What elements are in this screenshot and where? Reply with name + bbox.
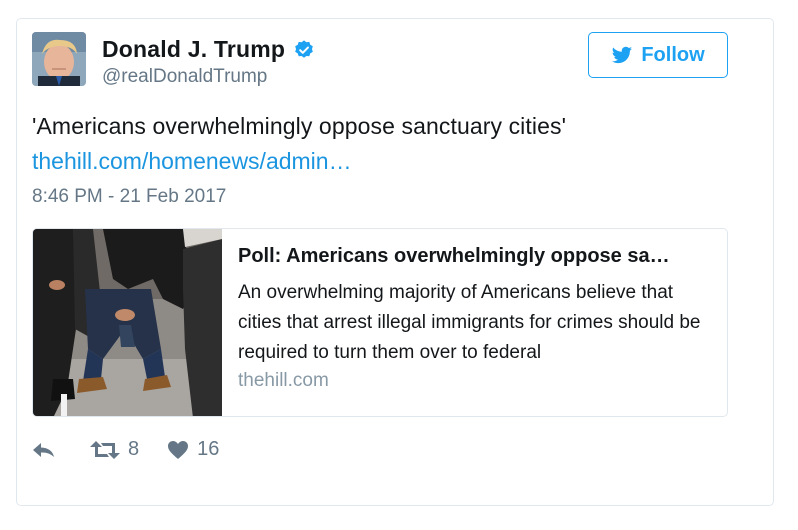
follow-button[interactable]: Follow (588, 32, 728, 78)
link-card[interactable]: Poll: Americans overwhelmingly oppose sa… (32, 228, 728, 417)
reply-icon (33, 442, 54, 457)
verified-badge-icon (295, 39, 313, 58)
like-count: 16 (197, 438, 220, 460)
card-body: Poll: Americans overwhelmingly oppose sa… (238, 245, 718, 392)
user-handle[interactable]: @realDonaldTrump (102, 66, 267, 88)
reply-button[interactable] (32, 440, 56, 460)
card-description: An overwhelming majority of Americans be… (238, 282, 701, 363)
heart-icon (168, 440, 189, 459)
card-image (33, 229, 222, 416)
retweet-icon (90, 440, 120, 459)
like-button[interactable]: 16 (167, 438, 219, 461)
card-title: Poll: Americans overwhelmingly oppose sa… (238, 245, 670, 267)
tweet-actions: 8 16 (32, 438, 219, 461)
user-name-row[interactable]: Donald J. Trump (102, 36, 315, 63)
retweet-count: 8 (128, 438, 140, 460)
follow-label: Follow (641, 43, 705, 66)
profile-photo (32, 32, 86, 86)
twitter-bird-icon (612, 46, 633, 64)
tweet-link[interactable]: thehill.com/homenews/admin… (32, 148, 352, 175)
tweet-text: 'Americans overwhelmingly oppose sanctua… (32, 113, 567, 139)
card-domain: thehill.com (238, 370, 329, 391)
retweet-button[interactable]: 8 (90, 438, 139, 461)
avatar[interactable] (32, 32, 86, 86)
display-name[interactable]: Donald J. Trump (102, 36, 285, 63)
tweet-timestamp[interactable]: 8:46 PM - 21 Feb 2017 (32, 186, 226, 208)
card-photo (33, 229, 222, 416)
